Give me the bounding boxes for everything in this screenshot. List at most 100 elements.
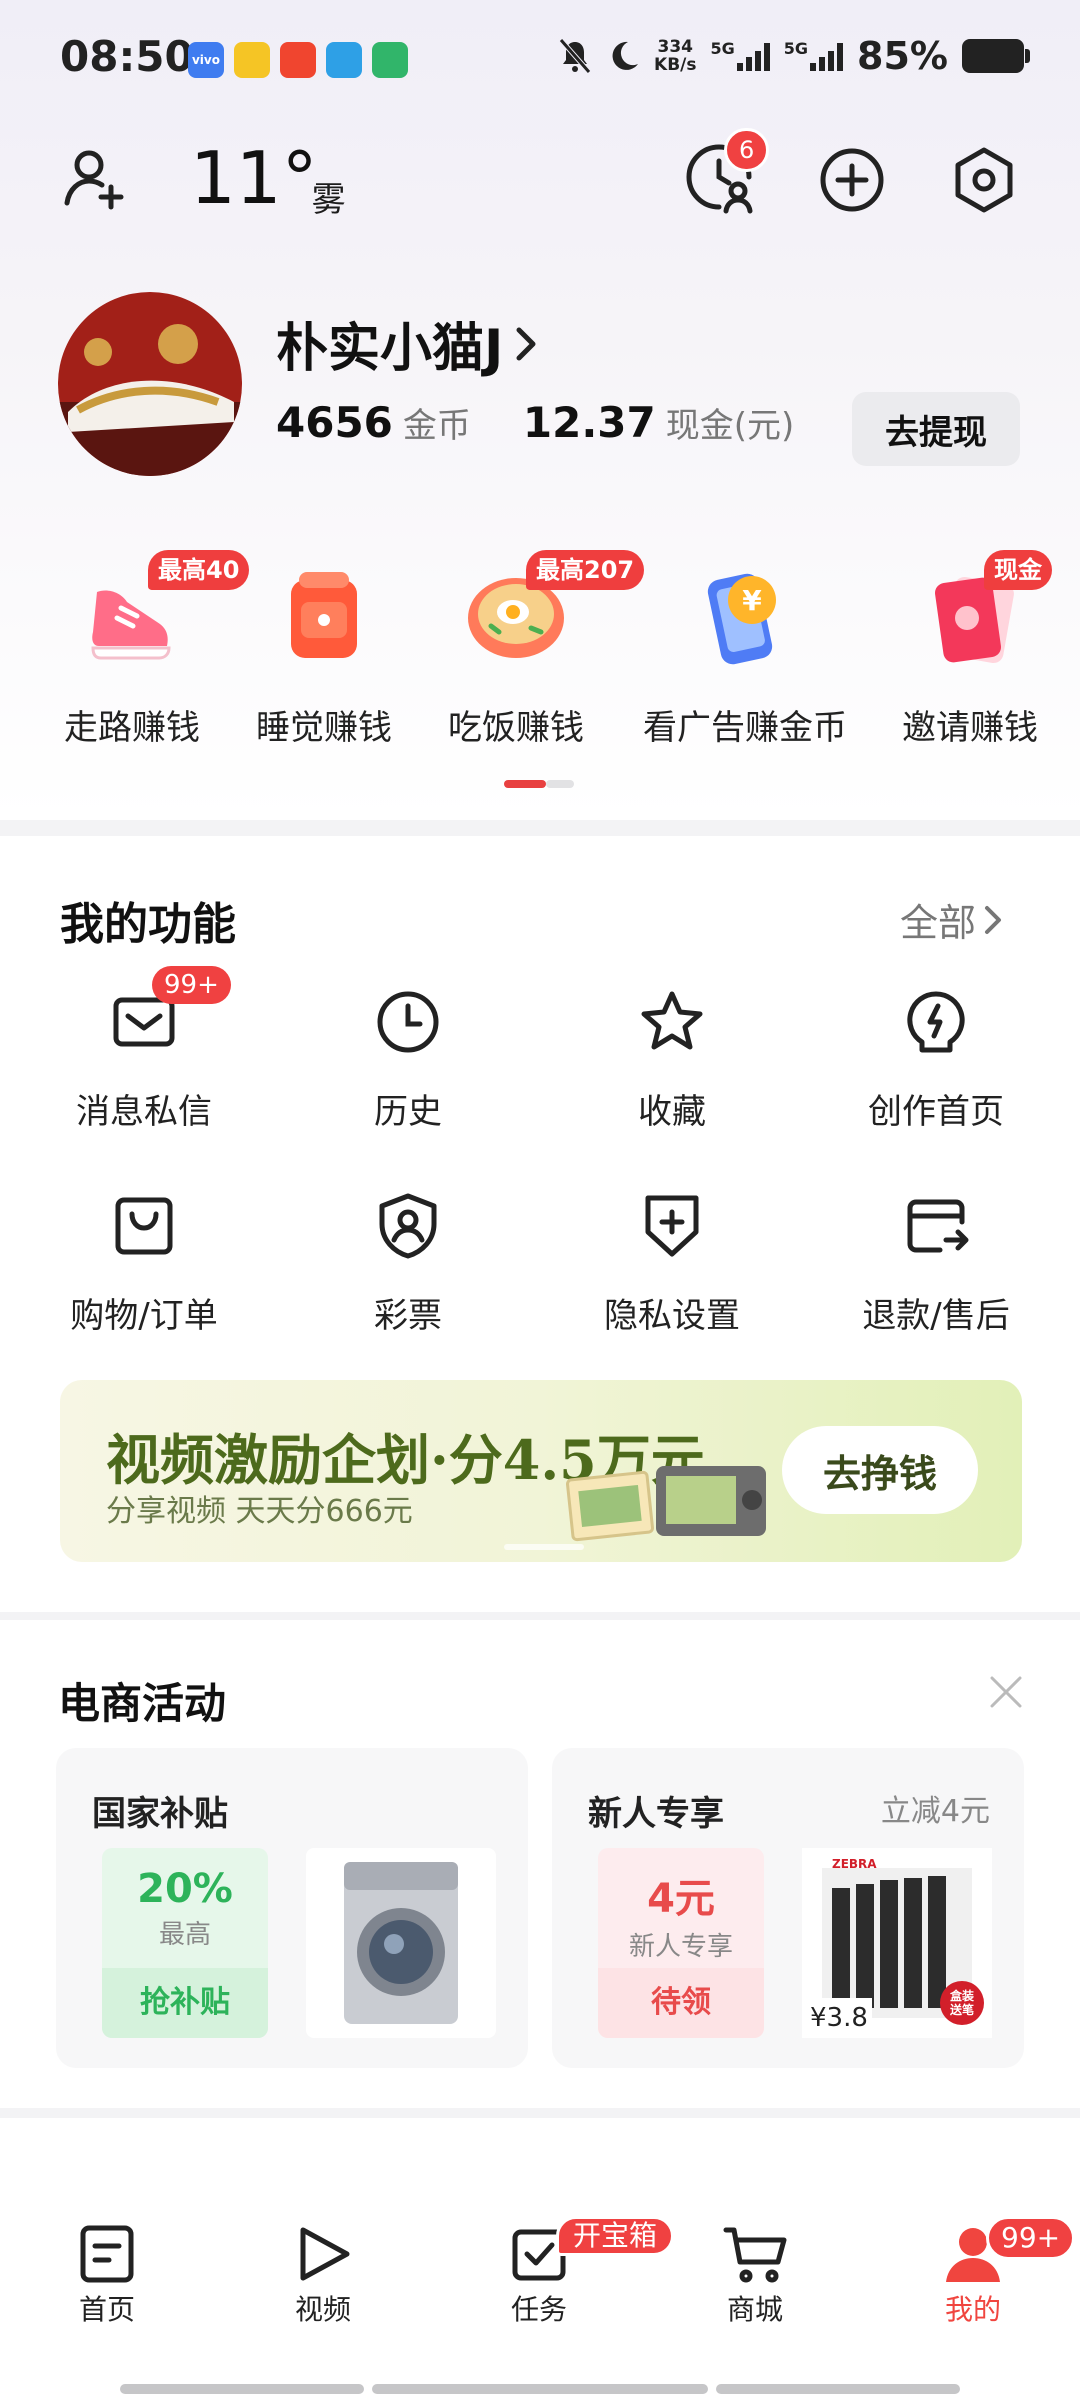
coupon-value: 4元 (647, 1876, 715, 1922)
svg-text:¥: ¥ (742, 584, 762, 617)
bottom-navigation: 首页 视频 任务 开宝箱 商城 我的 99+ (0, 2196, 1080, 2400)
nav-mall[interactable]: 商城 (680, 2224, 830, 2328)
pen-set-image[interactable]: ZEBRA 盒装 送笔 ¥3.8 (802, 1848, 992, 2038)
function-privacy[interactable]: 隐私设置 (542, 1192, 802, 1352)
chevron-right-icon (516, 327, 536, 360)
earn-label: 睡觉赚钱 (256, 708, 392, 748)
moon-icon (612, 41, 639, 70)
nav-label: 视频 (294, 2293, 351, 2326)
signal-1-label: 5G (710, 39, 735, 58)
nav-video[interactable]: 视频 (248, 2224, 398, 2328)
status-indicators: 334 KB/s 5G 5G 85% (558, 34, 1030, 78)
earn-item-ads[interactable]: ¥ 看广告赚金币 (643, 550, 847, 750)
function-label: 彩票 (374, 1296, 442, 1336)
function-messages[interactable]: 消息私信 (14, 988, 274, 1148)
function-orders[interactable]: 购物/订单 (14, 1192, 274, 1352)
earn-label: 看广告赚金币 (643, 708, 847, 748)
telegram-icon (326, 42, 362, 78)
chevron-right-icon (985, 905, 1002, 934)
cash-unit: 现金(元) (665, 406, 795, 446)
nav-label: 首页 (78, 2293, 135, 2326)
temperature: 11° (190, 136, 318, 220)
ec-card-title: 国家补贴 (92, 1794, 228, 1834)
ec-card-title: 新人专享 (588, 1794, 724, 1834)
network-speed: 334 KB/s (654, 38, 696, 74)
avatar[interactable] (58, 292, 242, 476)
claim-subsidy-button[interactable]: 抢补贴 (102, 1968, 268, 2038)
card-refund-icon (907, 1199, 969, 1253)
product-price: ¥3.8 (810, 2003, 868, 2033)
video-app-icon (372, 42, 408, 78)
add-friend-icon[interactable] (56, 140, 132, 216)
function-refunds[interactable]: 退款/售后 (806, 1192, 1066, 1352)
earn-item-invite[interactable]: 现金 邀请赚钱 (870, 550, 1070, 750)
network-speed-unit: KB/s (654, 55, 697, 75)
battery-icon (962, 39, 1030, 73)
view-all-link[interactable]: 全部 (900, 892, 1002, 947)
function-label: 购物/订单 (70, 1296, 218, 1336)
function-creator[interactable]: 创作首页 (806, 988, 1066, 1148)
nav-label: 我的 (944, 2293, 1001, 2326)
signal-2: 5G (783, 39, 844, 71)
weibo-icon (280, 42, 316, 78)
ecommerce-subsidy-card[interactable]: 国家补贴 20% 最高 抢补贴 (56, 1748, 528, 2068)
add-circle-icon[interactable] (814, 142, 890, 218)
phone-coin-icon: ¥ (707, 573, 776, 665)
settings-hexagon-icon[interactable] (946, 142, 1022, 218)
earn-item-meal[interactable]: 最高207 吃饭赚钱 (416, 550, 645, 750)
mute-bell-icon (559, 38, 591, 74)
earn-label: 走路赚钱 (64, 708, 200, 748)
earn-carousel[interactable]: 最高40 走路赚钱 睡觉赚钱 最高207 吃饭赚钱 ¥ 看广告赚金币 现金 邀请… (0, 550, 1080, 750)
coupon-caption: 最高 (158, 1920, 211, 1950)
status-app-icons: vivo (188, 42, 408, 78)
play-icon (300, 2227, 350, 2281)
signal-2-label: 5G (783, 39, 809, 58)
battery-percent: 85% (857, 34, 948, 78)
signal-bars-icon (810, 41, 844, 71)
weather-widget[interactable]: 11° 雾 (190, 138, 346, 221)
treasure-box-badge[interactable]: 开宝箱 (556, 2216, 675, 2256)
coin-count[interactable]: 4656 (276, 398, 393, 447)
subsidy-coupon[interactable]: 20% 最高 抢补贴 (102, 1848, 268, 2038)
product-badge-text: 送笔 (949, 2002, 974, 2017)
view-all-label: 全部 (900, 901, 977, 945)
network-speed-value: 334 (657, 37, 694, 57)
function-label: 消息私信 (76, 1092, 212, 1132)
function-label: 收藏 (638, 1092, 706, 1132)
ecommerce-newuser-card[interactable]: 新人专享 立减4元 4元 新人专享 待领 ZEBRA 盒装 送笔 ¥3.8 (552, 1748, 1024, 2068)
vivo-app-icon: vivo (188, 42, 224, 78)
gesture-bar (716, 2384, 960, 2394)
washing-machine-image[interactable] (306, 1848, 496, 2038)
shopping-bag-icon (115, 1197, 173, 1255)
withdraw-button[interactable]: 去提现 (852, 392, 1020, 466)
function-history[interactable]: 历史 (278, 988, 538, 1148)
earn-item-sleep[interactable]: 睡觉赚钱 (224, 550, 424, 750)
ec-card-tag: 立减4元 (880, 1794, 990, 1829)
weather-description: 雾 (311, 180, 346, 220)
nav-label: 任务 (510, 2293, 567, 2326)
wallet-stats: 4656 金币 12.37 现金(元) (276, 398, 846, 447)
nav-home[interactable]: 首页 (32, 2224, 182, 2328)
message-badge: 99+ (152, 966, 231, 1004)
shield-plus-icon (645, 1195, 699, 1257)
earn-money-button[interactable]: 去挣钱 (782, 1426, 978, 1514)
close-icon[interactable] (988, 1674, 1024, 1710)
promo-pager (504, 1544, 584, 1550)
coin-unit: 金币 (402, 406, 471, 446)
function-lottery[interactable]: 彩票 (278, 1192, 538, 1352)
username-link[interactable]: 朴实小猫J (276, 306, 537, 381)
newuser-coupon[interactable]: 4元 新人专享 待领 (598, 1848, 764, 2038)
content-tabs[interactable]: 短剧 影视剧 专栏 音频 书籍 编辑 (0, 2118, 1080, 2208)
coupon-value: 20% (137, 1866, 233, 1912)
signal-1: 5G (711, 41, 770, 71)
cash-amount[interactable]: 12.37 (523, 398, 656, 447)
lightning-bulb-icon (907, 991, 965, 1053)
star-icon (641, 991, 703, 1050)
pager-dot-active (504, 780, 546, 788)
function-label: 退款/售后 (862, 1296, 1010, 1336)
function-favorites[interactable]: 收藏 (542, 988, 802, 1148)
claim-coupon-button[interactable]: 待领 (598, 1968, 764, 2038)
promo-banner[interactable]: 视频激励企划·分4.5万元 分享视频 天天分666元 去挣钱 (60, 1380, 1022, 1562)
cart-icon (723, 2227, 787, 2283)
earn-item-walk[interactable]: 最高40 走路赚钱 (32, 550, 250, 750)
